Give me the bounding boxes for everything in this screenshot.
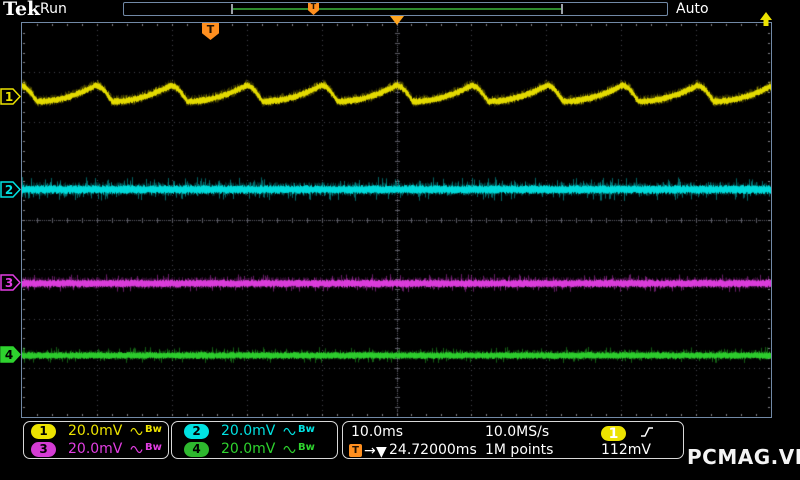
ch1-scale-row[interactable]: 1 20.0mV Bw (24, 422, 168, 440)
ac-coupling-icon (130, 445, 143, 453)
timebase-value: 10.0ms (351, 424, 404, 440)
trigger-mode-label: Auto (676, 1, 709, 17)
waveform-canvas[interactable] (22, 23, 771, 417)
vertical-readout-box-ch1-ch3[interactable]: 1 20.0mV Bw 3 20.0mV Bw (23, 421, 169, 459)
record-length-value: 1M points (485, 442, 554, 458)
trigger-source-badge[interactable]: 1 (601, 426, 626, 442)
oscilloscope-screen: Tek Run Auto T T 1 2 3 4 1 20.0mV Bw 3 2… (0, 0, 800, 480)
expansion-point-icon[interactable] (390, 16, 404, 25)
ch1-scale-value: 20.0mV (68, 423, 123, 439)
ch4-scale-row[interactable]: 4 20.0mV Bw (172, 440, 337, 458)
ch1-badge[interactable]: 1 (31, 423, 56, 439)
ch4-badge[interactable]: 4 (184, 441, 209, 457)
ch2-scale-value: 20.0mV (221, 423, 276, 439)
horizontal-trigger-readout-box[interactable]: 10.0ms 10.0MS/s 1 T → ▼ 24.72000ms 1M po… (342, 421, 684, 460)
trigger-t-icon: T (349, 444, 362, 457)
tek-logo: Tek (3, 0, 41, 20)
ch1-coupling-symbols: Bw (130, 423, 162, 437)
trigger-level-value: 112mV (601, 442, 651, 458)
bandwidth-limit-label: Bw (145, 441, 162, 453)
ch4-coupling-symbols: Bw (283, 441, 315, 455)
svg-text:2: 2 (5, 183, 13, 197)
sample-rate-value: 10.0MS/s (485, 424, 550, 440)
channel-1-position-marker[interactable]: 1 (0, 88, 21, 105)
run-status: Run (40, 1, 67, 17)
bandwidth-limit-label: Bw (298, 441, 315, 453)
svg-text:1: 1 (5, 90, 13, 104)
channel-3-position-marker[interactable]: 3 (0, 274, 21, 291)
ch3-scale-value: 20.0mV (68, 441, 123, 457)
watermark: PCMAG.VN (687, 445, 800, 469)
ac-coupling-icon (283, 445, 296, 453)
channel-2-position-marker[interactable]: 2 (0, 181, 21, 198)
record-waveform-line (233, 8, 561, 10)
ch3-scale-row[interactable]: 3 20.0mV Bw (24, 440, 168, 458)
ch2-coupling-symbols: Bw (283, 423, 315, 437)
graticule-frame (21, 22, 772, 418)
ch4-scale-value: 20.0mV (221, 441, 276, 457)
ac-coupling-icon (130, 427, 143, 435)
svg-text:4: 4 (5, 348, 13, 362)
trigger-arrow-icon: → (364, 443, 376, 459)
trigger-marker-icon: ▼ (376, 444, 387, 460)
ch3-badge[interactable]: 3 (31, 441, 56, 457)
record-trigger-marker-icon[interactable]: T (308, 3, 319, 15)
ch3-coupling-symbols: Bw (130, 441, 162, 455)
vertical-readout-box-ch2-ch4[interactable]: 2 20.0mV Bw 4 20.0mV Bw (171, 421, 338, 459)
bandwidth-limit-label: Bw (145, 423, 162, 435)
record-window-bracket-right[interactable] (561, 4, 563, 14)
svg-text:3: 3 (5, 276, 13, 290)
channel-4-position-marker[interactable]: 4 (0, 346, 21, 363)
ch2-badge[interactable]: 2 (184, 423, 209, 439)
rising-edge-slope-icon (641, 427, 653, 437)
trigger-position-value: 24.72000ms (389, 442, 477, 458)
record-view-bar[interactable]: T (123, 2, 668, 16)
ac-coupling-icon (283, 427, 296, 435)
trigger-level-offscreen-arrow-icon[interactable] (757, 11, 775, 28)
bandwidth-limit-label: Bw (298, 423, 315, 435)
ch2-scale-row[interactable]: 2 20.0mV Bw (172, 422, 337, 440)
